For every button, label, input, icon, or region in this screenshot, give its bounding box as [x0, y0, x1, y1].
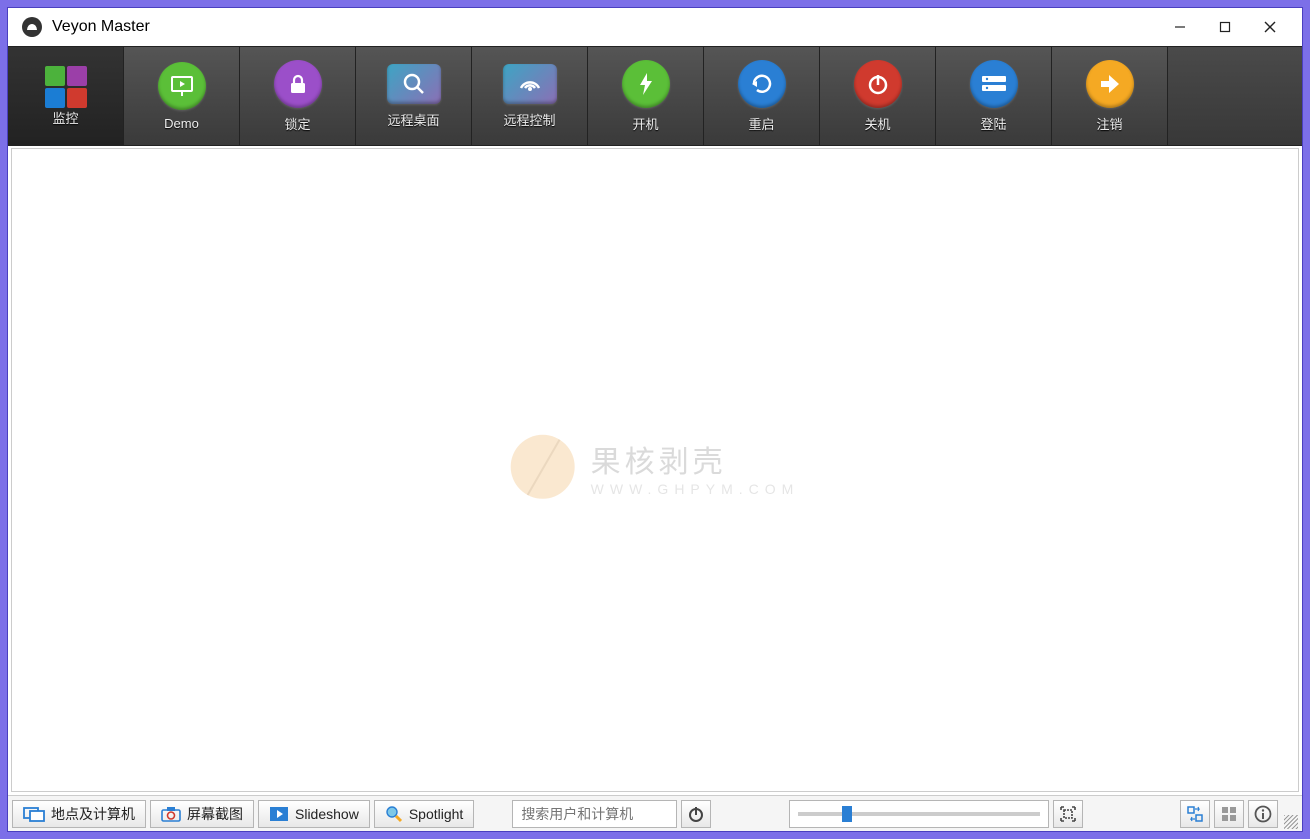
toolbar-remote-desktop[interactable]: 远程桌面 [356, 47, 472, 145]
power-icon [687, 805, 705, 823]
lock-icon [274, 60, 322, 108]
app-title: Veyon Master [52, 18, 1157, 36]
toolbar-monitor[interactable]: 监控 [8, 47, 124, 145]
grid-icon [1221, 806, 1237, 822]
toolbar-power-off[interactable]: 关机 [820, 47, 936, 145]
main-toolbar: 监控 Demo 锁定 远程桌面 远程控制 [8, 46, 1302, 146]
zoom-slider[interactable] [789, 800, 1049, 828]
toolbar-remote-control[interactable]: 远程控制 [472, 47, 588, 145]
restart-icon [738, 60, 786, 108]
fit-icon [1059, 805, 1077, 823]
toolbar-logout[interactable]: 注销 [1052, 47, 1168, 145]
spotlight-button[interactable]: Spotlight [374, 800, 474, 828]
slideshow-button[interactable]: Slideshow [258, 800, 370, 828]
status-bar: 地点及计算机 屏幕截图 Slideshow Spotlight [8, 795, 1302, 831]
maximize-icon [1219, 21, 1231, 33]
toolbar-label: 重启 [748, 114, 774, 133]
window-controls [1157, 12, 1292, 42]
bolt-icon [622, 60, 670, 108]
arrange-button[interactable] [1180, 800, 1210, 828]
toolbar-label: 登陆 [980, 114, 1006, 133]
toolbar-label: 监控 [52, 108, 78, 127]
fit-button[interactable] [1053, 800, 1083, 828]
toolbar-demo[interactable]: Demo [124, 47, 240, 145]
grid-icon [45, 66, 87, 108]
watermark-logo-icon [511, 435, 575, 499]
slider-track [798, 812, 1040, 816]
watermark-title: 果核剥壳 [591, 437, 800, 481]
toolbar-label: 注销 [1096, 114, 1122, 133]
button-label: Slideshow [295, 806, 359, 822]
info-button[interactable] [1248, 800, 1278, 828]
button-label: 屏幕截图 [187, 804, 243, 824]
app-icon [22, 17, 42, 37]
presentation-icon [158, 62, 206, 110]
search-input[interactable] [512, 800, 677, 828]
main-window: Veyon Master 监控 Demo [7, 7, 1303, 832]
toolbar-label: 远程桌面 [387, 110, 439, 129]
locations-button[interactable]: 地点及计算机 [12, 800, 146, 828]
spotlight-icon [385, 805, 403, 823]
toolbar-lock[interactable]: 锁定 [240, 47, 356, 145]
camera-icon [161, 806, 181, 822]
screenshot-button[interactable]: 屏幕截图 [150, 800, 254, 828]
remote-control-icon [503, 64, 557, 104]
remote-view-icon [387, 64, 441, 104]
close-icon [1264, 21, 1276, 33]
button-label: 地点及计算机 [51, 804, 135, 824]
watermark: 果核剥壳 WWW.GHPYM.COM [511, 435, 800, 499]
logout-icon [1086, 60, 1134, 108]
content-area: 果核剥壳 WWW.GHPYM.COM [11, 148, 1299, 792]
info-icon [1254, 805, 1272, 823]
resize-grip[interactable] [1284, 815, 1298, 829]
power-icon [854, 60, 902, 108]
toolbar-login[interactable]: 登陆 [936, 47, 1052, 145]
button-label: Spotlight [409, 806, 463, 822]
arrange-icon [1186, 805, 1204, 823]
power-filter-button[interactable] [681, 800, 711, 828]
slider-thumb[interactable] [842, 806, 852, 822]
toolbar-label: Demo [164, 116, 199, 131]
toolbar-label: 锁定 [284, 114, 310, 133]
toolbar-restart[interactable]: 重启 [704, 47, 820, 145]
login-icon [970, 60, 1018, 108]
watermark-url: WWW.GHPYM.COM [591, 481, 800, 497]
toolbar-label: 开机 [632, 114, 658, 133]
slideshow-icon [269, 806, 289, 822]
toolbar-label: 关机 [864, 114, 890, 133]
title-bar: Veyon Master [8, 8, 1302, 46]
toolbar-power-on[interactable]: 开机 [588, 47, 704, 145]
toolbar-label: 远程控制 [503, 110, 555, 129]
grid-view-button[interactable] [1214, 800, 1244, 828]
minimize-icon [1174, 21, 1186, 33]
monitors-icon [23, 805, 45, 823]
maximize-button[interactable] [1202, 12, 1247, 42]
close-button[interactable] [1247, 12, 1292, 42]
minimize-button[interactable] [1157, 12, 1202, 42]
